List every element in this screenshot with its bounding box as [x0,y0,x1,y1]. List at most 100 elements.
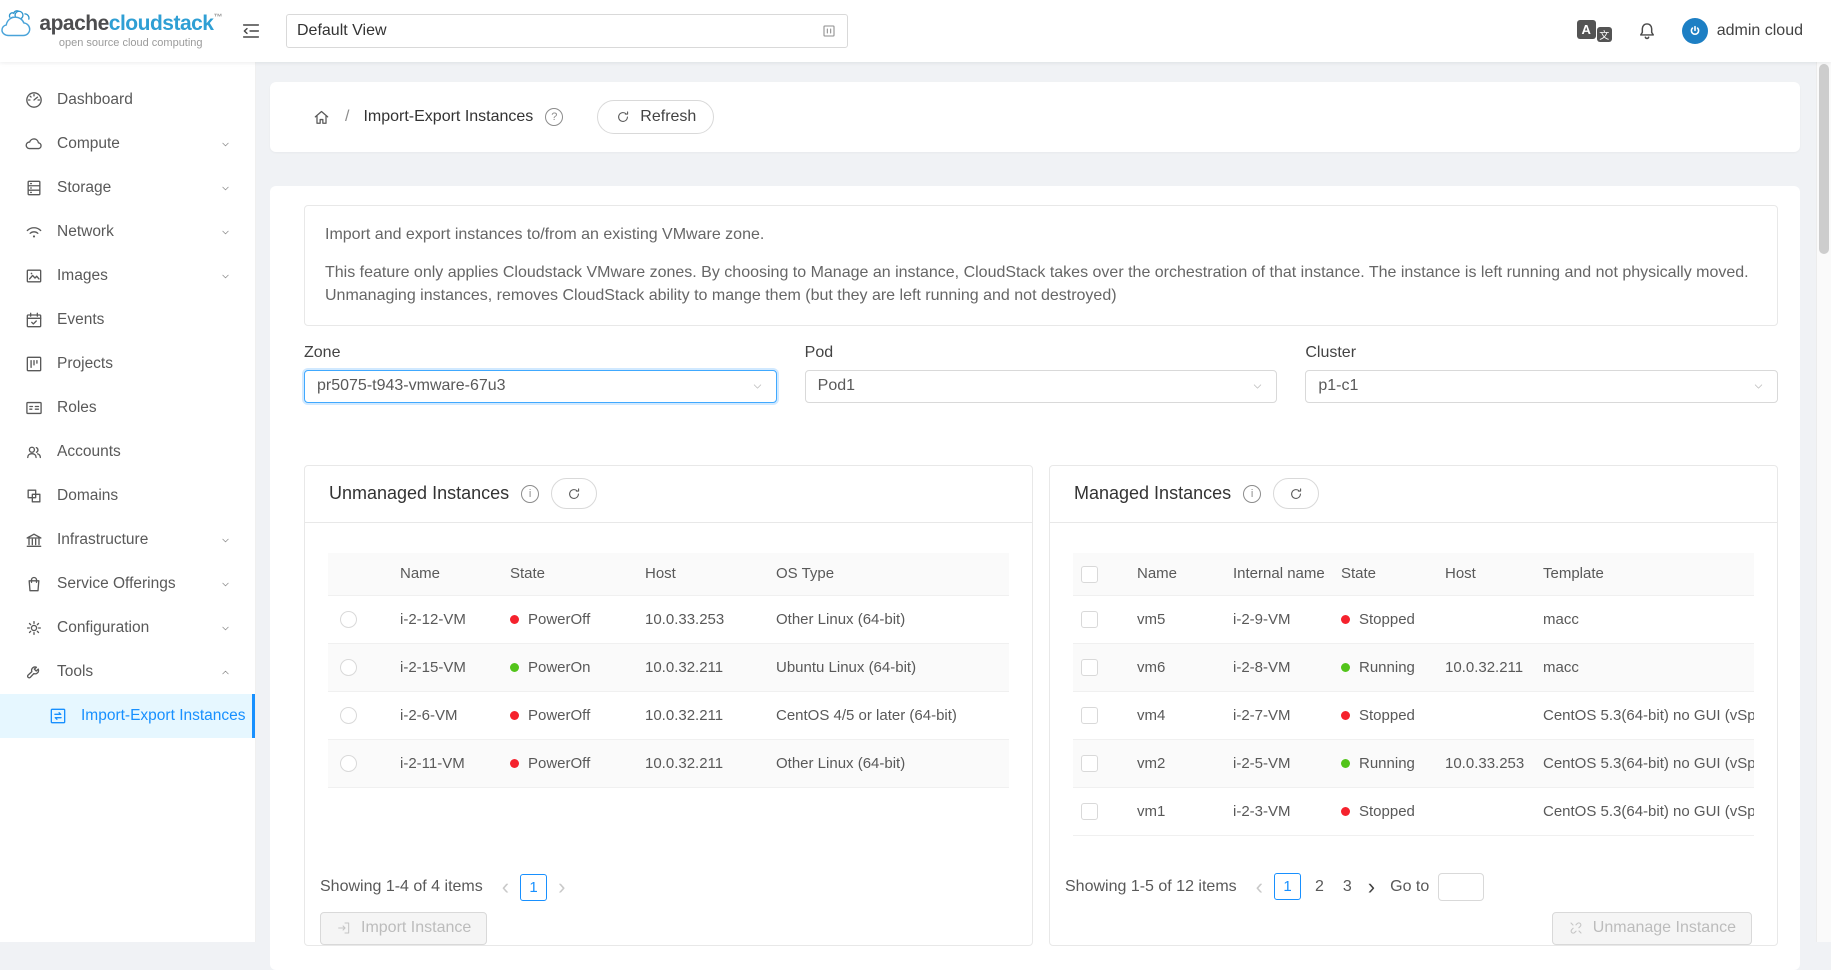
sidebar-item-network[interactable]: Network [0,210,255,254]
row-radio[interactable] [340,611,357,628]
sidebar-item-images[interactable]: Images [0,254,255,298]
project-icon [24,354,44,374]
cell-name: i-2-12-VM [388,596,498,644]
bell-icon[interactable] [1636,20,1658,42]
table-row: vm2i-2-5-VMRunning10.0.33.253CentOS 5.3(… [1073,740,1754,788]
brand-cloudstack: cloudstack [109,12,214,35]
info-icon[interactable]: i [521,485,539,503]
unmanaged-actions: Import Instance [305,901,1032,945]
wifi-icon [24,222,44,242]
scrollbar-thumb[interactable] [1819,64,1829,254]
table-row: vm4i-2-7-VMStoppedCentOS 5.3(64-bit) no … [1073,692,1754,740]
chevron-down-icon [220,271,231,282]
cell-name: i-2-6-VM [388,692,498,740]
zone-filter: Zone pr5075-t943-vmware-67u3 [304,344,777,403]
chevron-down-icon [220,535,231,546]
page-2-button[interactable]: 2 [1310,878,1329,896]
page-scrollbar[interactable] [1816,62,1831,942]
table-row: vm1i-2-3-VMStoppedCentOS 5.3(64-bit) no … [1073,788,1754,836]
menu-fold-icon[interactable] [240,20,262,42]
next-page-button[interactable]: › [556,876,567,898]
user-menu[interactable]: admin cloud [1682,18,1803,44]
info-icon[interactable]: i [1243,485,1261,503]
disconnect-icon [1568,920,1584,936]
row-checkbox[interactable] [1081,707,1098,724]
prev-page-button[interactable]: ‹ [500,876,511,898]
cell-os-type: CentOS 4/5 or later (64-bit) [764,692,1009,740]
status-dot-icon [1341,711,1350,720]
sidebar-item-roles[interactable]: Roles [0,386,255,430]
next-page-button[interactable]: › [1366,876,1377,898]
cell-host: 10.0.33.253 [1437,740,1535,788]
cell-state: Stopped [1333,788,1437,836]
sidebar-item-compute[interactable]: Compute [0,122,255,166]
goto-label: Go to [1390,878,1429,896]
prev-page-button[interactable]: ‹ [1254,876,1265,898]
unmanaged-pagination: Showing 1-4 of 4 items‹1› [305,874,1032,901]
sidebar-item-projects[interactable]: Projects [0,342,255,386]
sidebar-item-storage[interactable]: Storage [0,166,255,210]
page-1-button-active[interactable]: 1 [520,874,547,901]
translate-icon[interactable]: A文 [1577,20,1612,42]
page-1-button-active[interactable]: 1 [1274,873,1301,900]
translate-a-glyph: A [1577,20,1596,39]
goto-page-input[interactable] [1438,873,1484,901]
sidebar-item-accounts[interactable]: Accounts [0,430,255,474]
intro-line-2: This feature only applies Cloudstack VMw… [325,261,1757,307]
pod-select-value: Pod1 [818,377,855,395]
cluster-select[interactable]: p1-c1 [1305,370,1778,403]
sidebar-item-configuration[interactable]: Configuration [0,606,255,650]
managed-refresh-button[interactable] [1273,478,1319,509]
table-row: vm5i-2-9-VMStoppedmacc [1073,596,1754,644]
managed-pagination: Showing 1-5 of 12 items‹123›Go to [1050,873,1777,901]
cell-select [328,740,388,788]
row-checkbox[interactable] [1081,611,1098,628]
column-header: Host [633,553,764,596]
import-instance-button[interactable]: Import Instance [320,912,487,945]
view-selector[interactable]: Default View [286,14,848,48]
help-icon[interactable]: ? [545,108,563,126]
cell-template: CentOS 5.3(64-bit) no GUI (vSphere) [1535,788,1754,836]
sidebar-item-domains[interactable]: Domains [0,474,255,518]
chevron-down-icon [1752,380,1765,393]
refresh-button[interactable]: Refresh [597,100,714,134]
unmanage-instance-button[interactable]: Unmanage Instance [1552,912,1752,945]
row-radio[interactable] [340,659,357,676]
unmanaged-instances-panel: Unmanaged Instances i NameStateHostOS Ty… [304,465,1033,946]
sidebar-item-infrastructure[interactable]: Infrastructure [0,518,255,562]
row-checkbox[interactable] [1081,803,1098,820]
pod-select[interactable]: Pod1 [805,370,1278,403]
sidebar-item-events[interactable]: Events [0,298,255,342]
sidebar-item-service-offerings[interactable]: Service Offerings [0,562,255,606]
sidebar-item-dashboard[interactable]: Dashboard [0,78,255,122]
cell-name: i-2-15-VM [388,644,498,692]
import-instance-label: Import Instance [361,919,471,937]
cell-template: CentOS 5.3(64-bit) no GUI (vSphere) [1535,692,1754,740]
sidebar: DashboardCompute Storage Network Images Even… [0,62,256,942]
chevron-down-icon [220,227,231,238]
select-all-checkbox[interactable] [1081,566,1098,583]
row-checkbox[interactable] [1081,659,1098,676]
sidebar-item-label: Service Offerings [57,575,176,593]
zone-select-value: pr5075-t943-vmware-67u3 [317,377,506,395]
user-name: admin cloud [1717,22,1803,40]
zone-select[interactable]: pr5075-t943-vmware-67u3 [304,370,777,403]
sidebar-item-label: Tools [57,663,93,681]
cell-template: macc [1535,596,1754,644]
page-3-button[interactable]: 3 [1338,878,1357,896]
cell-name: i-2-11-VM [388,740,498,788]
cell-template: CentOS 5.3(64-bit) no GUI (vSphere) [1535,740,1754,788]
column-header: State [1333,553,1437,596]
row-radio[interactable] [340,707,357,724]
sidebar-item-label: Images [57,267,108,285]
cluster-filter: Cluster p1-c1 [1305,344,1778,403]
home-icon[interactable] [312,108,331,127]
sidebar-item-import-export-instances[interactable]: Import-Export Instances [0,694,255,738]
bank-icon [24,530,44,550]
row-checkbox[interactable] [1081,755,1098,772]
row-radio[interactable] [340,755,357,772]
instance-panels: Unmanaged Instances i NameStateHostOS Ty… [304,465,1778,946]
sidebar-item-tools[interactable]: Tools [0,650,255,694]
sidebar-item-label: Storage [57,179,111,197]
unmanaged-refresh-button[interactable] [551,478,597,509]
